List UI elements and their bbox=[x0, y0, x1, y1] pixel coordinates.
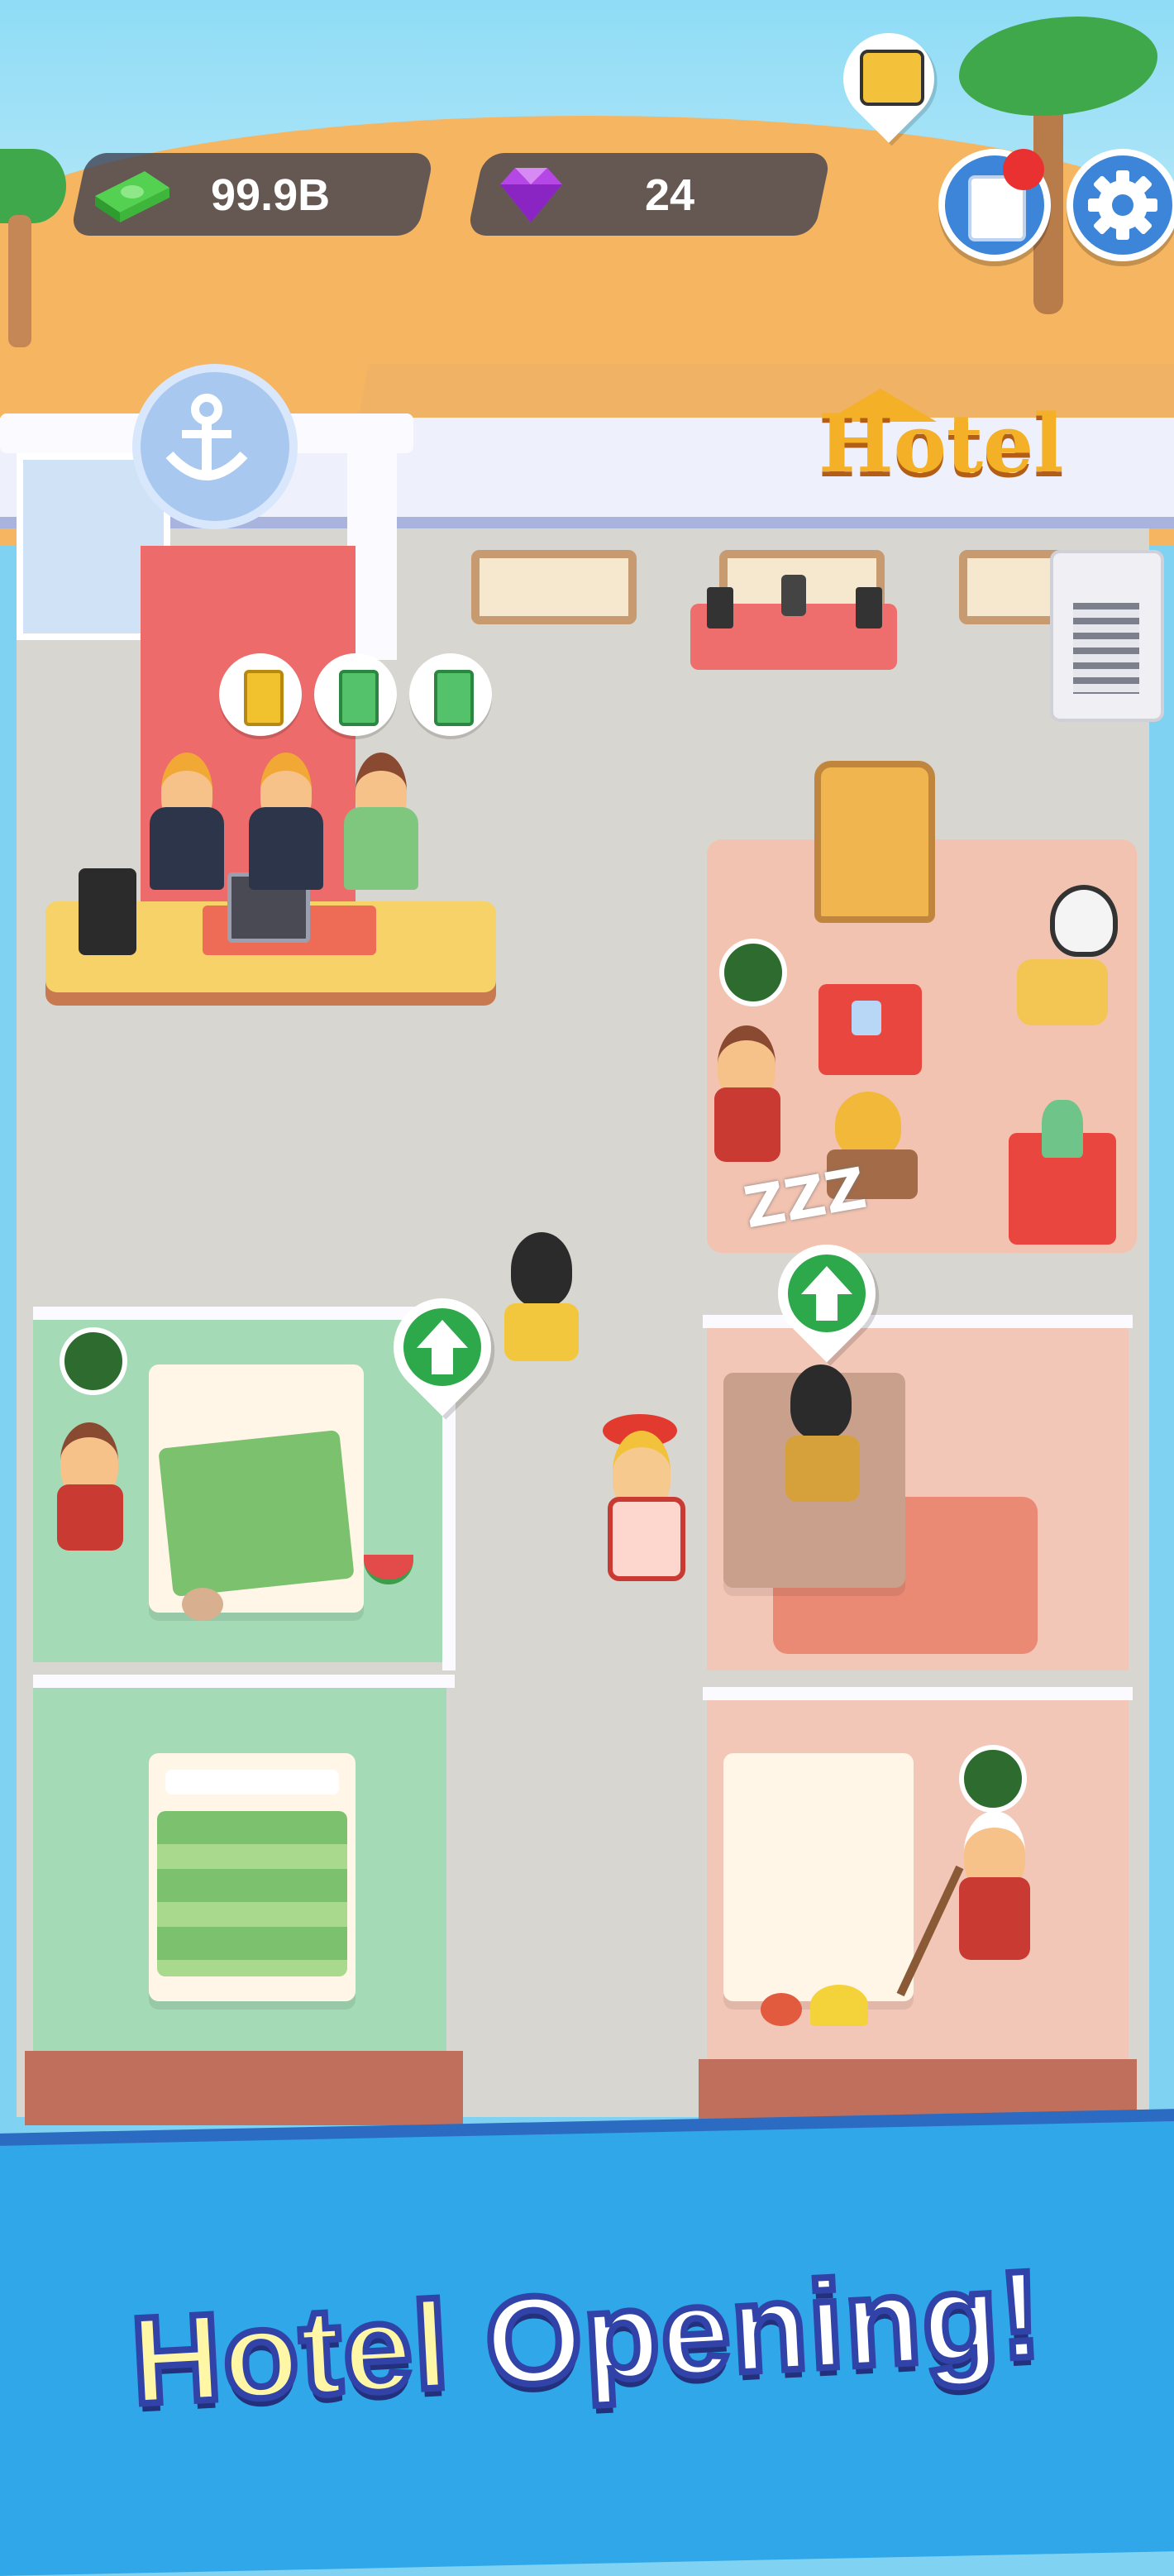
keycard-request-bubble bbox=[314, 653, 397, 736]
banner-word-hotel: Hotel bbox=[125, 2272, 456, 2434]
green-up-arrow-icon bbox=[801, 1266, 852, 1321]
progress-timer-icon bbox=[719, 939, 787, 1006]
guest-character bbox=[339, 744, 422, 893]
tasks-button[interactable] bbox=[938, 149, 1051, 261]
gear-icon bbox=[1088, 170, 1157, 240]
guest-room-2[interactable] bbox=[33, 1687, 446, 2051]
upgrade-room-pin[interactable] bbox=[757, 1224, 896, 1363]
receptionist-character bbox=[145, 753, 227, 893]
gems-counter[interactable]: 24 bbox=[466, 153, 832, 236]
guest-character bbox=[496, 1232, 587, 1373]
gold-keycard-icon bbox=[244, 670, 284, 726]
settings-button[interactable] bbox=[1067, 149, 1174, 261]
room-front-wall bbox=[25, 2051, 463, 2125]
trash-debris[interactable] bbox=[761, 1993, 802, 2026]
bed-clean[interactable] bbox=[149, 1753, 356, 2001]
progress-timer-icon bbox=[60, 1327, 127, 1395]
cash-register-icon bbox=[860, 50, 924, 106]
cash-counter[interactable]: 99.9B bbox=[69, 153, 435, 236]
anchor-emblem-icon bbox=[132, 364, 298, 529]
window bbox=[471, 550, 637, 624]
banana-peel[interactable] bbox=[810, 1985, 868, 2026]
palm-tree-left bbox=[0, 149, 66, 347]
green-up-arrow-icon bbox=[417, 1320, 468, 1374]
room-wall bbox=[33, 1675, 455, 1688]
maid-character bbox=[45, 1422, 136, 1563]
trash-debris[interactable] bbox=[182, 1588, 223, 1621]
cash-value: 99.9B bbox=[211, 170, 331, 220]
cash-register bbox=[79, 868, 136, 955]
green-keycard-icon bbox=[339, 670, 379, 726]
guest-standing-character bbox=[777, 1364, 868, 1513]
guest-sitting-character bbox=[1009, 885, 1124, 1042]
plant-table bbox=[1009, 1100, 1116, 1245]
armchair[interactable] bbox=[814, 761, 935, 923]
receptionist-character bbox=[244, 753, 327, 893]
purple-gem-icon bbox=[492, 161, 570, 227]
upgrade-room-pin[interactable] bbox=[373, 1278, 512, 1417]
green-keycard-icon bbox=[434, 670, 474, 726]
bed-messy[interactable] bbox=[149, 1364, 364, 1613]
progress-timer-icon bbox=[959, 1745, 1027, 1813]
gems-value: 24 bbox=[645, 170, 695, 220]
shop-pin-button[interactable] bbox=[824, 14, 953, 143]
bed-messy[interactable] bbox=[723, 1753, 914, 2001]
hotel-sign: Hotel bbox=[818, 397, 1064, 490]
room-wall bbox=[703, 1687, 1133, 1700]
maid-sweeping-character bbox=[896, 1811, 1050, 1997]
guest-girl-character bbox=[591, 1414, 690, 1581]
keycard-request-bubble bbox=[409, 653, 492, 736]
room-wall bbox=[703, 1315, 1133, 1328]
keycard-request-bubble bbox=[219, 653, 302, 736]
cash-stack-icon bbox=[87, 163, 174, 225]
potted-plant bbox=[1042, 1100, 1083, 1158]
notification-dot bbox=[1003, 149, 1044, 190]
side-table bbox=[818, 984, 922, 1075]
banner-word-opening: Opening! bbox=[479, 2240, 1049, 2415]
air-conditioner bbox=[1050, 550, 1164, 722]
cup bbox=[852, 1001, 881, 1035]
stereo-table bbox=[690, 575, 897, 670]
maid-character bbox=[703, 1025, 794, 1174]
guest-room-3[interactable] bbox=[707, 1323, 1129, 1670]
